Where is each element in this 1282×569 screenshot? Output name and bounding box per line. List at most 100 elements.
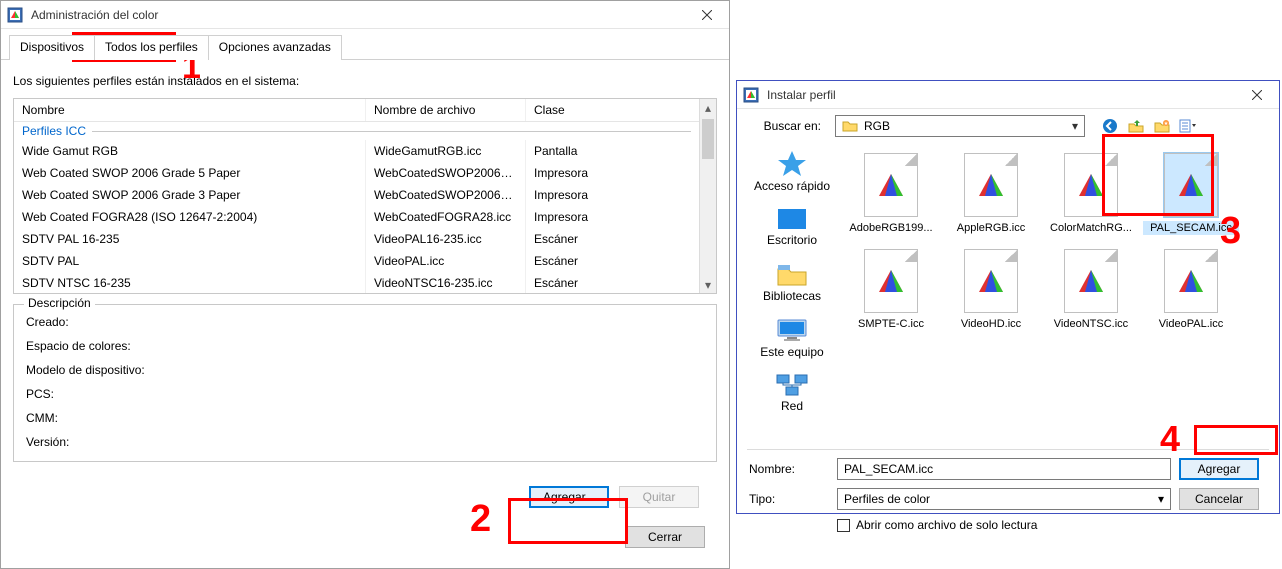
tab-panel: Los siguientes perfiles están instalados… bbox=[1, 59, 729, 560]
open-add-button[interactable]: Agregar bbox=[1179, 458, 1259, 480]
file-label: VideoNTSC.icc bbox=[1043, 317, 1139, 331]
section-icc: Perfiles ICC bbox=[14, 122, 699, 140]
place-desktop[interactable]: Escritorio bbox=[747, 207, 837, 247]
tab-all-profiles[interactable]: Todos los perfiles bbox=[94, 35, 209, 60]
place-libraries[interactable]: Bibliotecas bbox=[747, 261, 837, 303]
filetype-label: Tipo: bbox=[747, 492, 829, 506]
app-icon bbox=[7, 7, 23, 23]
scroll-down-icon[interactable]: ▾ bbox=[700, 276, 716, 293]
close-button[interactable] bbox=[1234, 81, 1279, 109]
file-label: SMPTE-C.icc bbox=[843, 317, 939, 331]
list-rows: Wide Gamut RGBWideGamutRGB.iccPantalla W… bbox=[14, 140, 699, 293]
icc-file-icon bbox=[1164, 153, 1218, 217]
file-browser: Acceso rápido Escritorio Bibliotecas Est… bbox=[747, 143, 1269, 449]
file-list: AdobeRGB199... AppleRGB.icc ColorMatchRG… bbox=[837, 143, 1269, 449]
subtitle: Los siguientes perfiles están instalados… bbox=[13, 74, 717, 88]
desc-colorspace: Espacio de colores: bbox=[26, 339, 704, 353]
desc-pcs: PCS: bbox=[26, 387, 704, 401]
desc-created: Creado: bbox=[26, 315, 704, 329]
readonly-label: Abrir como archivo de solo lectura bbox=[856, 518, 1037, 532]
titlebar: Instalar perfil bbox=[737, 81, 1279, 109]
titlebar: Administración del color bbox=[1, 1, 729, 29]
table-row[interactable]: Wide Gamut RGBWideGamutRGB.iccPantalla bbox=[14, 140, 699, 162]
file-item[interactable]: VideoHD.icc bbox=[943, 243, 1039, 339]
file-item[interactable]: VideoPAL.icc bbox=[1143, 243, 1239, 339]
search-in-combo[interactable]: RGB ▾ bbox=[835, 115, 1085, 137]
desc-version: Versión: bbox=[26, 435, 704, 449]
col-class[interactable]: Clase bbox=[526, 99, 680, 121]
icc-file-icon bbox=[964, 249, 1018, 313]
file-label: PAL_SECAM.icc bbox=[1143, 221, 1239, 235]
place-this-pc[interactable]: Este equipo bbox=[747, 317, 837, 359]
place-network[interactable]: Red bbox=[747, 373, 837, 413]
install-profile-dialog: Instalar perfil Buscar en: RGB ▾ ★ bbox=[736, 80, 1280, 514]
file-item[interactable]: ColorMatchRG... bbox=[1043, 147, 1139, 243]
filetype-combo[interactable]: Perfiles de color ▾ bbox=[837, 488, 1171, 510]
search-in-label: Buscar en: bbox=[747, 119, 827, 133]
place-label: Acceso rápido bbox=[747, 179, 837, 193]
table-row[interactable]: SDTV PAL 16-235VideoPAL16-235.iccEscáner bbox=[14, 228, 699, 250]
window-title: Instalar perfil bbox=[767, 88, 1234, 102]
description-group: Descripción Creado: Espacio de colores: … bbox=[13, 304, 717, 462]
filename-label: Nombre: bbox=[747, 462, 829, 476]
table-row[interactable]: SDTV NTSC 16-235VideoNTSC16-235.iccEscán… bbox=[14, 272, 699, 293]
place-label: Escritorio bbox=[747, 233, 837, 247]
file-item[interactable]: AdobeRGB199... bbox=[843, 147, 939, 243]
list-header: Nombre Nombre de archivo Clase bbox=[14, 99, 699, 122]
action-buttons: Agregar... Quitar bbox=[13, 486, 717, 508]
readonly-checkbox[interactable]: Abrir como archivo de solo lectura bbox=[837, 518, 1171, 532]
file-item[interactable]: PAL_SECAM.icc bbox=[1143, 147, 1239, 243]
view-menu-icon[interactable] bbox=[1177, 115, 1199, 137]
scrollbar[interactable]: ▴ ▾ bbox=[699, 99, 716, 293]
search-in-value: RGB bbox=[864, 119, 1066, 133]
close-dialog-button[interactable]: Cerrar bbox=[625, 526, 705, 548]
dialog-bottom: Nombre: PAL_SECAM.icc Agregar Tipo: Perf… bbox=[747, 449, 1269, 532]
new-folder-icon[interactable]: ★ bbox=[1151, 115, 1173, 137]
scroll-thumb[interactable] bbox=[702, 119, 714, 159]
svg-text:★: ★ bbox=[1164, 121, 1169, 127]
table-row[interactable]: Web Coated FOGRA28 (ISO 12647-2:2004)Web… bbox=[14, 206, 699, 228]
icc-file-icon bbox=[864, 249, 918, 313]
section-icc-label: Perfiles ICC bbox=[22, 124, 86, 138]
scroll-up-icon[interactable]: ▴ bbox=[700, 99, 716, 116]
icc-file-icon bbox=[1064, 249, 1118, 313]
table-row[interactable]: SDTV PALVideoPAL.iccEscáner bbox=[14, 250, 699, 272]
checkbox-box[interactable] bbox=[837, 519, 850, 532]
file-item[interactable]: AppleRGB.icc bbox=[943, 147, 1039, 243]
place-label: Este equipo bbox=[747, 345, 837, 359]
file-label: AppleRGB.icc bbox=[943, 221, 1039, 235]
file-item[interactable]: VideoNTSC.icc bbox=[1043, 243, 1139, 339]
tab-devices[interactable]: Dispositivos bbox=[9, 35, 95, 60]
places-bar: Acceso rápido Escritorio Bibliotecas Est… bbox=[747, 143, 837, 449]
tabs: Dispositivos Todos los perfiles Opciones… bbox=[9, 35, 729, 60]
place-label: Red bbox=[747, 399, 837, 413]
filename-value: PAL_SECAM.icc bbox=[844, 462, 933, 476]
filetype-value: Perfiles de color bbox=[844, 492, 930, 506]
app-icon bbox=[743, 87, 759, 103]
lookup-toolbar: Buscar en: RGB ▾ ★ bbox=[747, 115, 1269, 137]
table-row[interactable]: Web Coated SWOP 2006 Grade 3 PaperWebCoa… bbox=[14, 184, 699, 206]
col-name[interactable]: Nombre bbox=[14, 99, 366, 121]
description-legend: Descripción bbox=[24, 296, 95, 310]
folder-icon bbox=[842, 118, 858, 134]
remove-button: Quitar bbox=[619, 486, 699, 508]
add-button[interactable]: Agregar... bbox=[529, 486, 609, 508]
file-item[interactable]: SMPTE-C.icc bbox=[843, 243, 939, 339]
cancel-button[interactable]: Cancelar bbox=[1179, 488, 1259, 510]
color-management-window: Administración del color Dispositivos To… bbox=[0, 0, 730, 569]
file-label: ColorMatchRG... bbox=[1043, 221, 1139, 235]
chevron-down-icon[interactable]: ▾ bbox=[1152, 492, 1170, 506]
table-row[interactable]: Web Coated SWOP 2006 Grade 5 PaperWebCoa… bbox=[14, 162, 699, 184]
icc-file-icon bbox=[864, 153, 918, 217]
close-button[interactable] bbox=[684, 1, 729, 29]
profiles-list: Nombre Nombre de archivo Clase Perfiles … bbox=[13, 98, 717, 294]
icc-file-icon bbox=[1164, 249, 1218, 313]
up-one-level-icon[interactable] bbox=[1125, 115, 1147, 137]
file-label: VideoPAL.icc bbox=[1143, 317, 1239, 331]
chevron-down-icon[interactable]: ▾ bbox=[1066, 119, 1084, 133]
filename-input[interactable]: PAL_SECAM.icc bbox=[837, 458, 1171, 480]
col-file[interactable]: Nombre de archivo bbox=[366, 99, 526, 121]
tab-advanced[interactable]: Opciones avanzadas bbox=[208, 35, 342, 60]
back-icon[interactable] bbox=[1099, 115, 1121, 137]
place-quick-access[interactable]: Acceso rápido bbox=[747, 149, 837, 193]
